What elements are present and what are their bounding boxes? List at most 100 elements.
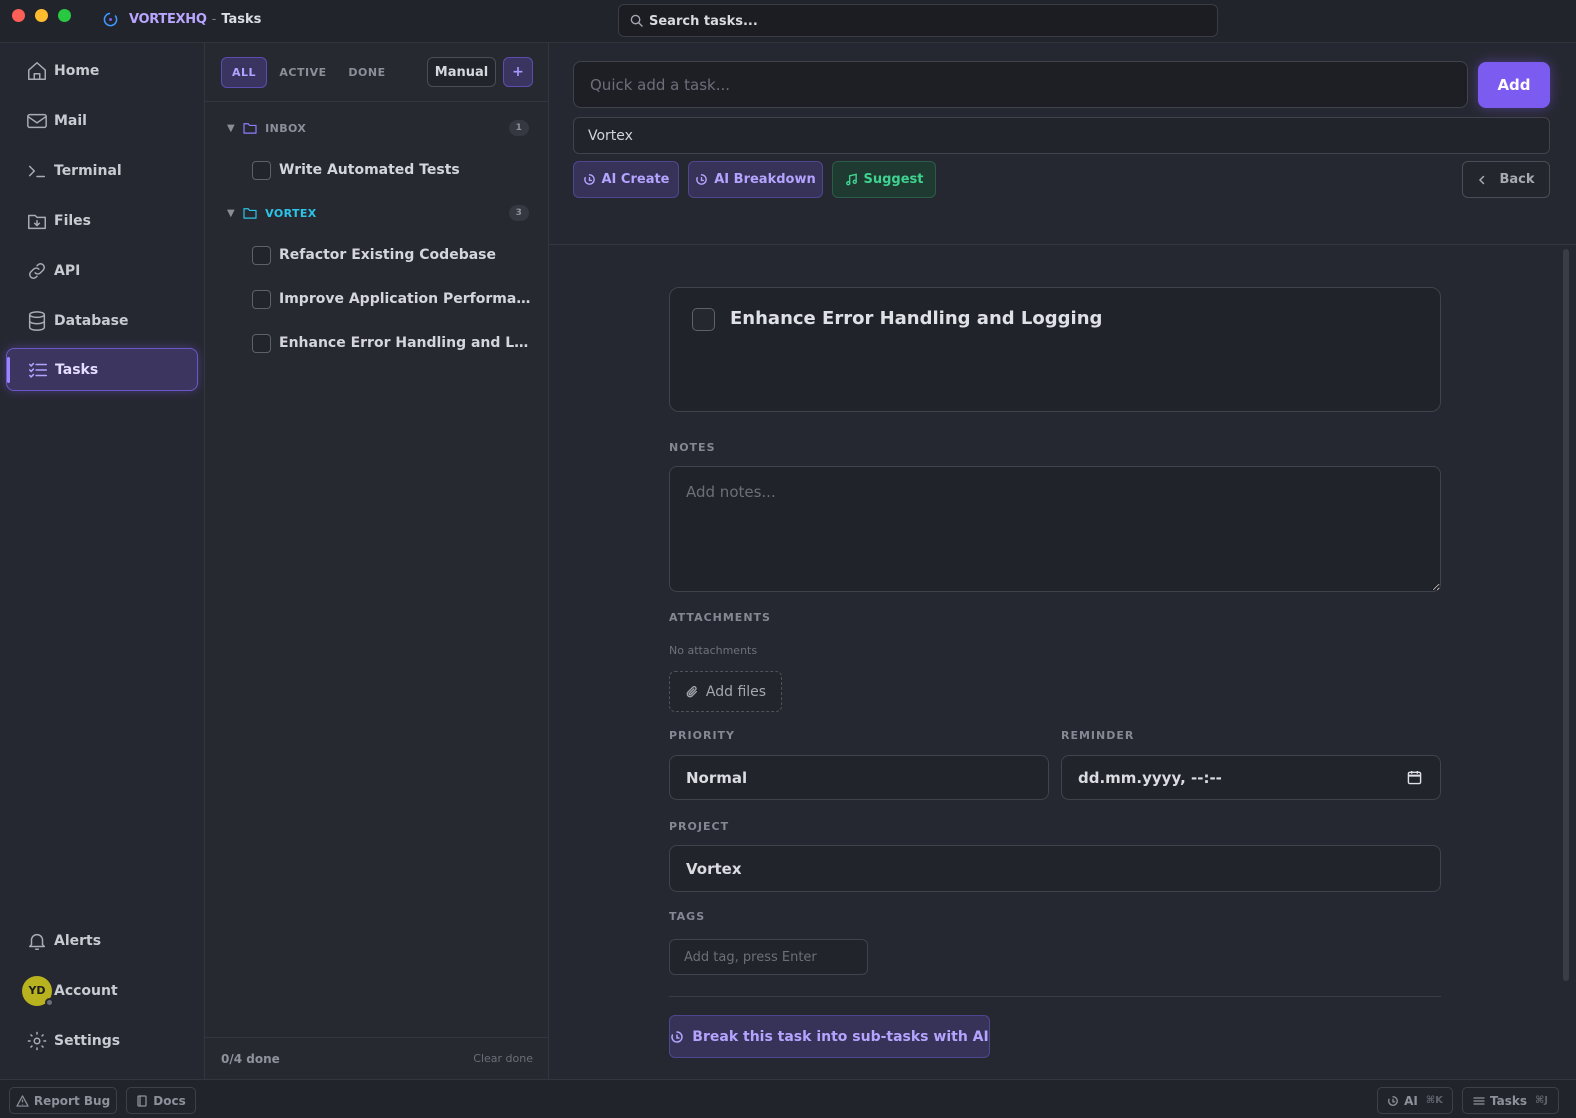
sidebar-item-label: Alerts [54,932,102,949]
no-attachments-text: No attachments [669,644,758,657]
ai-breakdown-label: AI Breakdown [714,172,816,187]
database-icon [28,310,46,331]
ai-label: AI [1404,1093,1418,1108]
ai-shortcut: ⌘K [1425,1095,1443,1106]
task-title-card: Enhance Error Handling and Logging [669,287,1441,412]
task-row-selected[interactable]: Enhance Error Handling and Logging [252,328,532,358]
global-search[interactable] [618,4,1218,37]
task-detail-pane: Add Vortex AI Create AI Breakdown Sugges… [549,43,1576,1079]
sort-dropdown[interactable]: Manual [427,57,496,87]
add-task-button[interactable]: Add [1478,62,1550,108]
caret-down-icon: ▼ [227,122,236,134]
sidebar-item-alerts[interactable]: Alerts [6,919,198,962]
project-label: PROJECT [669,820,730,833]
task-complete-checkbox[interactable] [692,308,715,331]
group-count: 1 [509,120,529,136]
bell-icon [28,933,46,950]
group-header-vortex[interactable]: ▼ VORTEX 3 [227,203,529,223]
sidebar-item-mail[interactable]: Mail [6,99,198,142]
maximize-window-button[interactable] [58,9,71,22]
spark-icon [583,174,595,185]
link-icon [29,262,45,279]
task-title: Refactor Existing Codebase [279,247,496,263]
reminder-datetime-input[interactable]: dd.mm.yyyy, --:-- [1061,755,1441,800]
minimize-window-button[interactable] [35,9,48,22]
sidebar-item-label: Terminal [54,162,122,179]
sidebar-item-terminal[interactable]: Terminal [6,149,198,192]
title-separator: - [211,12,217,27]
quick-add-project-field[interactable]: Vortex [573,117,1550,154]
group-header-inbox[interactable]: ▼ INBOX 1 [227,118,529,138]
spark-icon [1388,1095,1398,1106]
task-row[interactable]: Improve Application Performance [252,284,532,314]
filter-done[interactable]: DONE [343,57,391,88]
ai-create-button[interactable]: AI Create [573,161,679,198]
task-checkbox[interactable] [252,245,271,265]
sidebar-item-home[interactable]: Home [6,49,198,92]
sidebar-item-label: Settings [54,1032,121,1049]
project-value: Vortex [686,859,742,878]
sidebar: Home Mail Terminal Files API Database Ta… [0,43,205,1079]
task-row[interactable]: Write Automated Tests [252,155,532,185]
tasks-shortcut-button[interactable]: Tasks ⌘J [1462,1087,1559,1114]
search-input[interactable] [649,11,1199,31]
detail-scrollbar[interactable] [1563,249,1569,981]
chevron-left-icon [1479,175,1485,184]
ai-subtasks-button[interactable]: Break this task into sub-tasks with AI [669,1015,990,1058]
sidebar-item-label: Database [54,312,129,329]
notes-textarea[interactable] [669,466,1441,592]
add-files-button[interactable]: Add files [669,671,782,712]
ai-breakdown-button[interactable]: AI Breakdown [688,161,823,198]
search-icon [630,14,643,27]
music-note-icon [845,173,857,186]
suggest-button[interactable]: Suggest [832,161,936,198]
task-list-pane: ALL ACTIVE DONE Manual + ▼ INBOX 1 Write… [205,43,549,1079]
ai-subtasks-label: Break this task into sub-tasks with AI [692,1028,989,1045]
sidebar-item-tasks[interactable]: Tasks [6,348,198,391]
tasks-label: Tasks [1489,1093,1527,1108]
task-checkbox[interactable] [252,160,271,180]
task-title: Write Automated Tests [279,162,460,178]
brand-name: VORTEXHQ [129,12,207,27]
task-checkbox[interactable] [252,333,271,353]
calendar-icon[interactable] [1407,770,1422,785]
task-title: Improve Application Performance [279,291,532,307]
task-detail-title[interactable]: Enhance Error Handling and Logging [730,308,1102,329]
sidebar-item-api[interactable]: API [6,249,198,292]
sidebar-item-account[interactable]: YD Account [6,969,198,1012]
add-group-button[interactable]: + [503,57,533,87]
filter-active[interactable]: ACTIVE [275,57,331,88]
sidebar-item-settings[interactable]: Settings [6,1019,198,1062]
tasks-icon [28,362,48,378]
warning-icon [16,1094,29,1107]
ai-shortcut-button[interactable]: AI ⌘K [1377,1087,1453,1114]
task-checkbox[interactable] [252,289,271,309]
sidebar-item-database[interactable]: Database [6,299,198,342]
priority-label: PRIORITY [669,729,736,742]
sidebar-item-files[interactable]: Files [6,199,198,242]
group-name: VORTEX [265,206,317,220]
section-name: Tasks [221,12,262,27]
reminder-value: dd.mm.yyyy, --:-- [1078,768,1222,787]
clear-done-link[interactable]: Clear done [473,1052,533,1065]
close-window-button[interactable] [12,9,25,22]
task-list-footer: 0/4 done Clear done [205,1037,549,1079]
docs-label: Docs [153,1093,186,1108]
report-bug-button[interactable]: Report Bug [9,1087,117,1114]
ai-create-label: AI Create [601,172,670,187]
priority-select[interactable]: Normal [669,755,1049,800]
avatar-initials: YD [28,984,46,997]
filter-all[interactable]: ALL [221,57,267,88]
terminal-icon [28,165,46,177]
back-button[interactable]: Back [1462,161,1550,198]
attachments-label: ATTACHMENTS [669,611,771,624]
group-count: 3 [509,205,529,221]
task-row[interactable]: Refactor Existing Codebase [252,240,532,270]
folder-icon [243,123,257,134]
docs-button[interactable]: Docs [126,1087,196,1114]
tag-input[interactable] [669,939,868,975]
presence-dot [45,997,54,1007]
project-select[interactable]: Vortex [669,845,1441,892]
sidebar-item-label: Tasks [55,361,99,378]
quick-add-input[interactable] [573,61,1468,108]
